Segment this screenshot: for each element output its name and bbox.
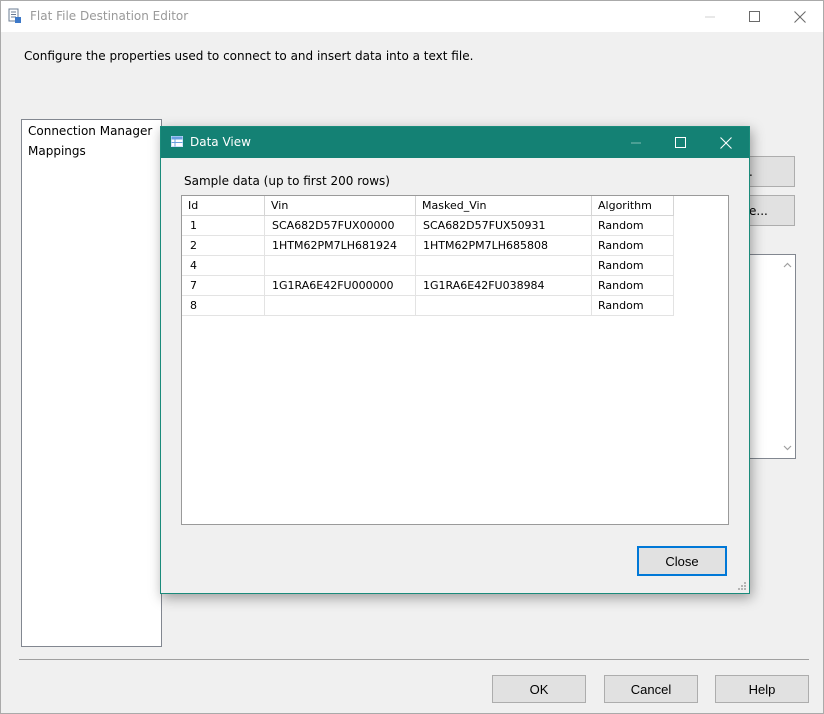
cell-masked-vin [416,296,592,316]
editor-instruction: Configure the properties used to connect… [24,49,474,63]
minimize-button[interactable] [687,1,733,32]
column-header-algorithm[interactable]: Algorithm [592,196,674,216]
column-header-masked-vin[interactable]: Masked_Vin [416,196,592,216]
ok-button[interactable]: OK [492,675,586,703]
cell-id: 1 [182,216,265,236]
cell-masked-vin [416,256,592,276]
cell-id: 2 [182,236,265,256]
cell-vin: 1HTM62PM7LH681924 [265,236,416,256]
cancel-button[interactable]: Cancel [604,675,698,703]
table-row[interactable]: 7 1G1RA6E42FU000000 1G1RA6E42FU038984 Ra… [182,276,674,296]
close-icon [794,10,806,23]
cell-algorithm: Random [592,216,674,236]
grid-header-row: Id Vin Masked_Vin Algorithm [182,196,674,216]
scroll-up-icon[interactable] [783,261,792,270]
data-view-maximize-button[interactable] [657,127,703,158]
cell-id: 8 [182,296,265,316]
table-row[interactable]: 2 1HTM62PM7LH681924 1HTM62PM7LH685808 Ra… [182,236,674,256]
outer-window-title: Flat File Destination Editor [30,9,189,23]
nav-item-connection-manager[interactable]: Connection Manager [28,124,152,138]
app-icon [8,8,21,23]
data-view-icon [171,136,183,147]
background-browse-button[interactable]: . [748,156,795,187]
table-row[interactable]: 1 SCA682D57FUX00000 SCA682D57FUX50931 Ra… [182,216,674,236]
cell-algorithm: Random [592,236,674,256]
cell-algorithm: Random [592,276,674,296]
close-icon [720,136,732,149]
sample-data-label: Sample data (up to first 200 rows) [184,174,390,188]
maximize-icon [674,137,686,148]
data-view-title: Data View [190,135,251,149]
outer-close-button[interactable] [777,1,823,32]
table-row[interactable]: 4 Random [182,256,674,276]
background-preview-label: e... [749,204,768,218]
data-view-title-bar[interactable]: Data View [161,127,749,158]
data-view-minimize-button[interactable] [613,127,659,158]
minimize-icon [705,16,715,17]
data-view-close-x-button[interactable] [703,127,749,158]
resize-grip-icon[interactable] [737,581,747,591]
scroll-down-icon[interactable] [783,443,792,452]
cell-masked-vin: 1HTM62PM7LH685808 [416,236,592,256]
column-header-vin[interactable]: Vin [265,196,416,216]
cell-vin [265,296,416,316]
data-view-dialog: Data View Sample data (up to first 200 r… [160,126,750,594]
cell-vin: 1G1RA6E42FU000000 [265,276,416,296]
cell-vin [265,256,416,276]
background-text-area[interactable] [748,254,796,459]
cell-algorithm: Random [592,296,674,316]
footer-separator [19,659,809,660]
flat-file-destination-editor-window: Flat File Destination Editor Configure t… [0,0,824,714]
cell-id: 4 [182,256,265,276]
outer-title-bar[interactable]: Flat File Destination Editor [1,1,823,32]
editor-nav-list: Connection Manager Mappings [21,119,162,647]
help-button[interactable]: Help [715,675,809,703]
cell-vin: SCA682D57FUX00000 [265,216,416,236]
column-header-id[interactable]: Id [182,196,265,216]
cell-masked-vin: 1G1RA6E42FU038984 [416,276,592,296]
minimize-icon [631,142,641,143]
background-preview-button[interactable]: e... [748,195,795,226]
sample-data-grid[interactable]: Id Vin Masked_Vin Algorithm 1 SCA682D57F… [181,195,729,525]
cell-masked-vin: SCA682D57FUX50931 [416,216,592,236]
maximize-icon [748,11,760,22]
maximize-button[interactable] [731,1,777,32]
cell-id: 7 [182,276,265,296]
close-button[interactable]: Close [637,546,727,576]
nav-item-mappings[interactable]: Mappings [28,144,86,158]
cell-algorithm: Random [592,256,674,276]
table-row[interactable]: 8 Random [182,296,674,316]
